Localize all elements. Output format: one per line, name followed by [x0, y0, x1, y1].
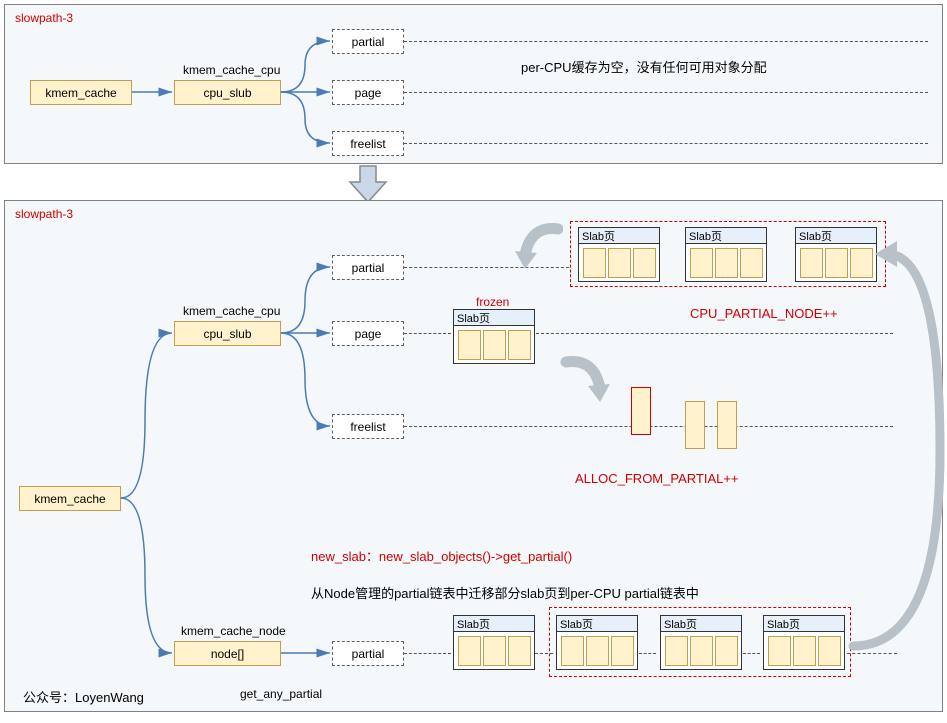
- empty-caption: per-CPU缓存为空，没有任何可用对象分配: [521, 57, 767, 76]
- partial-label-node: partial: [352, 647, 385, 661]
- page-label-top: page: [355, 86, 382, 100]
- freelist-box-bot: freelist: [332, 414, 404, 439]
- kmem-cache-box: kmem_cache: [30, 80, 132, 105]
- partial-box-bot: partial: [332, 255, 404, 280]
- dash-line: [404, 143, 928, 144]
- node-migrate-group: [549, 607, 851, 677]
- slab-n1: Slab页: [453, 615, 535, 670]
- slab-cell: [825, 248, 848, 278]
- slab-cell: [483, 636, 506, 666]
- slab-hdr: Slab页: [457, 310, 490, 326]
- watermark: 公众号：LoyenWang: [23, 687, 144, 706]
- freelist-obj: [685, 401, 705, 449]
- bot-title: slowpath-3: [15, 207, 73, 221]
- slab-cell: [800, 248, 823, 278]
- page-box-top: page: [332, 80, 404, 105]
- slab-p3: Slab页: [795, 227, 877, 282]
- cpu-slub-label-bot: cpu_slub: [203, 327, 251, 341]
- bottom-panel: slowpath-3 kmem_cache kmem_cache_cpu cpu…: [4, 200, 943, 712]
- freelist-obj-red: [631, 387, 651, 435]
- slab-cell: [608, 248, 631, 278]
- cpu-slub-box: cpu_slub: [174, 80, 281, 105]
- dash-line: [404, 92, 928, 93]
- slab-cell: [690, 248, 713, 278]
- slab-cell: [850, 248, 873, 278]
- partial-box-top: partial: [332, 29, 404, 54]
- node-arr-label: node[]: [211, 647, 244, 661]
- slab-cell: [458, 330, 481, 360]
- slab-hdr: Slab页: [689, 228, 722, 244]
- slab-cell: [633, 248, 656, 278]
- kmem-cache-node-label: kmem_cache_node: [181, 624, 286, 638]
- freelist-obj: [717, 401, 737, 449]
- dash-line: [536, 333, 893, 334]
- cpu-slub-label: cpu_slub: [203, 86, 251, 100]
- freelist-label-top: freelist: [350, 137, 385, 151]
- slab-cell: [740, 248, 763, 278]
- kmem-cache-cpu-label: kmem_cache_cpu: [183, 63, 280, 77]
- get-any-partial: get_any_partial: [240, 687, 322, 701]
- dash-line: [847, 653, 897, 654]
- slab-cell: [458, 636, 481, 666]
- cpu-slub-box-bot: cpu_slub: [174, 321, 281, 346]
- page-label-bot: page: [355, 327, 382, 341]
- slab-hdr: Slab页: [457, 616, 490, 632]
- slab-cell: [508, 636, 531, 666]
- cpu-partial-node: CPU_PARTIAL_NODE++: [690, 306, 838, 321]
- freelist-box-top: freelist: [332, 131, 404, 156]
- dash-line: [404, 41, 928, 42]
- dash-line: [404, 333, 451, 334]
- frozen-label: frozen: [476, 295, 509, 309]
- kmem-cache-cpu-label-bot: kmem_cache_cpu: [183, 304, 280, 318]
- partial-label-top: partial: [352, 35, 385, 49]
- node-partial-caption: 从Node管理的partial链表中迁移部分slab页到per-CPU part…: [311, 583, 699, 602]
- kmem-cache-label: kmem_cache: [45, 86, 116, 100]
- partial-label-bot: partial: [352, 261, 385, 275]
- slab-p1: Slab页: [578, 227, 660, 282]
- top-panel: slowpath-3 kmem_cache kmem_cache_cpu cpu…: [4, 4, 943, 164]
- kmem-cache-box-bot: kmem_cache: [19, 486, 121, 511]
- slab-frozen: Slab页: [453, 309, 535, 364]
- slab-hdr: Slab页: [799, 228, 832, 244]
- curve-arrow-icon: [513, 223, 563, 276]
- slab-cell: [508, 330, 531, 360]
- kmem-cache-label-bot: kmem_cache: [34, 492, 105, 506]
- slab-cell: [483, 330, 506, 360]
- down-arrow-icon: [348, 166, 388, 202]
- page-box-bot: page: [332, 321, 404, 346]
- partial-box-node: partial: [332, 641, 404, 666]
- freelist-label-bot: freelist: [350, 420, 385, 434]
- new-slab-line: new_slab：new_slab_objects()->get_partial…: [311, 546, 572, 565]
- alloc-from-partial: ALLOC_FROM_PARTIAL++: [575, 471, 739, 486]
- slab-cell: [715, 248, 738, 278]
- slab-hdr: Slab页: [582, 228, 615, 244]
- node-arr-box: node[]: [174, 641, 281, 666]
- slab-cell: [583, 248, 606, 278]
- top-title: slowpath-3: [15, 11, 73, 25]
- slab-p2: Slab页: [685, 227, 767, 282]
- dash-line: [404, 653, 451, 654]
- curve-arrow-icon: [560, 356, 610, 409]
